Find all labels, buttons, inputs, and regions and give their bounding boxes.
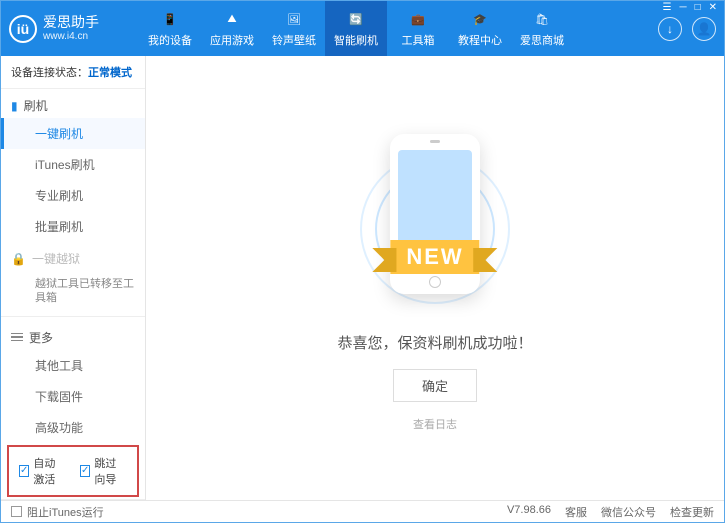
nav-flash[interactable]: 🔄智能刷机 bbox=[325, 1, 387, 56]
toolbox-icon: 💼 bbox=[408, 10, 428, 30]
app-url: www.i4.cn bbox=[43, 31, 99, 42]
view-log-link[interactable]: 查看日志 bbox=[413, 416, 457, 432]
apps-icon: ⛰ bbox=[222, 10, 242, 30]
footer: 阻止iTunes运行 V7.98.66 客服 微信公众号 检查更新 bbox=[1, 500, 724, 522]
logo-icon: iü bbox=[9, 15, 37, 43]
success-illustration: NEW bbox=[355, 124, 515, 314]
flash-icon: 🔄 bbox=[346, 10, 366, 30]
close-icon[interactable]: ✕ bbox=[709, 2, 717, 13]
device-info[interactable]: ▯iPhone 12 mini 64GB Down-12mini-13,1 bbox=[1, 499, 145, 500]
store-icon: 🛍 bbox=[532, 10, 552, 30]
section-jailbreak: 🔒 一键越狱 bbox=[1, 242, 145, 271]
wallpaper-icon: 🖼 bbox=[284, 10, 304, 30]
phone-icon: ▮ bbox=[11, 99, 18, 113]
sidebar-item-oneclick[interactable]: 一键刷机 bbox=[1, 118, 145, 149]
support-link[interactable]: 客服 bbox=[565, 504, 587, 520]
section-more[interactable]: 更多 bbox=[1, 321, 145, 350]
nav-tutorial[interactable]: 🎓教程中心 bbox=[449, 1, 511, 56]
connection-status: 设备连接状态：正常模式 bbox=[1, 56, 145, 89]
logo: iü 爱思助手 www.i4.cn bbox=[9, 15, 139, 43]
nav-toolbox[interactable]: 💼工具箱 bbox=[387, 1, 449, 56]
checkbox-block-itunes[interactable] bbox=[11, 506, 22, 517]
nav-my-device[interactable]: 📱我的设备 bbox=[139, 1, 201, 56]
ok-button[interactable]: 确定 bbox=[393, 369, 477, 402]
options-highlight: ✓自动激活 ✓跳过向导 bbox=[7, 445, 139, 497]
nav-apps[interactable]: ⛰应用游戏 bbox=[201, 1, 263, 56]
window-controls: ☰ ─ □ ✕ bbox=[663, 2, 718, 13]
success-message: 恭喜您，保资料刷机成功啦！ bbox=[337, 332, 532, 353]
sidebar-item-pro[interactable]: 专业刷机 bbox=[1, 180, 145, 211]
nav-ringtone[interactable]: 🖼铃声壁纸 bbox=[263, 1, 325, 56]
nav-store[interactable]: 🛍爱思商城 bbox=[511, 1, 573, 56]
update-link[interactable]: 检查更新 bbox=[670, 504, 714, 520]
checkbox-skip-guide[interactable]: ✓跳过向导 bbox=[80, 455, 127, 487]
app-name: 爱思助手 bbox=[43, 15, 99, 30]
new-ribbon: NEW bbox=[390, 240, 479, 274]
user-button[interactable]: 👤 bbox=[692, 17, 716, 41]
jailbreak-note: 越狱工具已转移至工具箱 bbox=[1, 271, 145, 312]
wechat-link[interactable]: 微信公众号 bbox=[601, 504, 656, 520]
main-content: NEW 恭喜您，保资料刷机成功啦！ 确定 查看日志 bbox=[146, 56, 724, 500]
sidebar-item-batch[interactable]: 批量刷机 bbox=[1, 211, 145, 242]
minimize-icon[interactable]: ─ bbox=[679, 2, 686, 13]
device-icon: 📱 bbox=[160, 10, 180, 30]
lock-icon: 🔒 bbox=[11, 252, 26, 266]
top-nav: 📱我的设备 ⛰应用游戏 🖼铃声壁纸 🔄智能刷机 💼工具箱 🎓教程中心 🛍爱思商城 bbox=[139, 1, 658, 56]
sidebar-item-advanced[interactable]: 高级功能 bbox=[1, 412, 145, 443]
download-button[interactable]: ↓ bbox=[658, 17, 682, 41]
checkbox-auto-activate[interactable]: ✓自动激活 bbox=[19, 455, 66, 487]
tutorial-icon: 🎓 bbox=[470, 10, 490, 30]
sidebar-item-other[interactable]: 其他工具 bbox=[1, 350, 145, 381]
sidebar-item-download[interactable]: 下载固件 bbox=[1, 381, 145, 412]
maximize-icon[interactable]: □ bbox=[695, 2, 701, 13]
section-flash[interactable]: ▮ 刷机 bbox=[1, 89, 145, 118]
sidebar: 设备连接状态：正常模式 ▮ 刷机 一键刷机 iTunes刷机 专业刷机 批量刷机… bbox=[1, 56, 146, 500]
settings-icon[interactable]: ☰ bbox=[663, 2, 672, 13]
version-label: V7.98.66 bbox=[507, 504, 551, 520]
header: iü 爱思助手 www.i4.cn 📱我的设备 ⛰应用游戏 🖼铃声壁纸 🔄智能刷… bbox=[1, 1, 724, 56]
menu-icon bbox=[11, 331, 23, 344]
sidebar-item-itunes[interactable]: iTunes刷机 bbox=[1, 149, 145, 180]
